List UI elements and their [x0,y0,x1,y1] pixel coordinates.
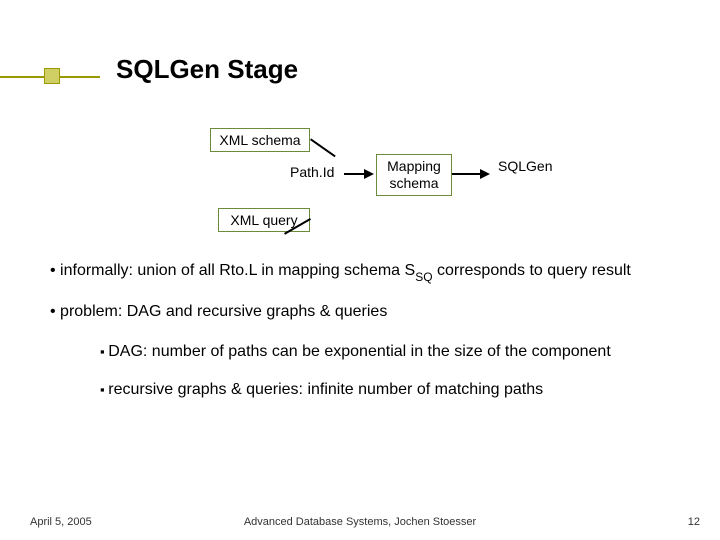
slide-title: SQLGen Stage [116,54,298,85]
arrow-pathid-to-mapping [344,173,366,175]
footer-title: Advanced Database Systems, Jochen Stoess… [0,516,720,528]
diagram: XML schema Path.Id Mapping schema SQLGen… [0,110,720,240]
title-bullet-icon [44,68,60,84]
box-xml-query: XML query [218,208,310,232]
arrow-xmlschema-to-mapping [310,138,336,157]
box-mapping-schema: Mapping schema [376,154,452,196]
label-path-id: Path.Id [290,164,334,180]
bullet-problem: problem: DAG and recursive graphs & quer… [50,301,680,323]
body-text: informally: union of all Rto.L in mappin… [50,260,680,416]
subbullet-dag: DAG: number of paths can be exponential … [100,341,680,363]
bullet-informally: informally: union of all Rto.L in mappin… [50,260,680,283]
bullet-text: informally: union of all Rto.L in mappin… [60,262,415,279]
page-number: 12 [688,516,700,528]
label-sqlgen: SQLGen [498,158,552,174]
title-area: SQLGen Stage [0,28,720,88]
box-xml-schema: XML schema [210,128,310,152]
arrow-head-icon [480,169,490,179]
subscript-sq: SQ [415,270,432,284]
bullet-text-post: corresponds to query result [433,262,631,279]
arrow-head-icon [364,169,374,179]
arrow-mapping-to-sqlgen [452,173,482,175]
subbullet-recursive: recursive graphs & queries: infinite num… [100,379,680,401]
